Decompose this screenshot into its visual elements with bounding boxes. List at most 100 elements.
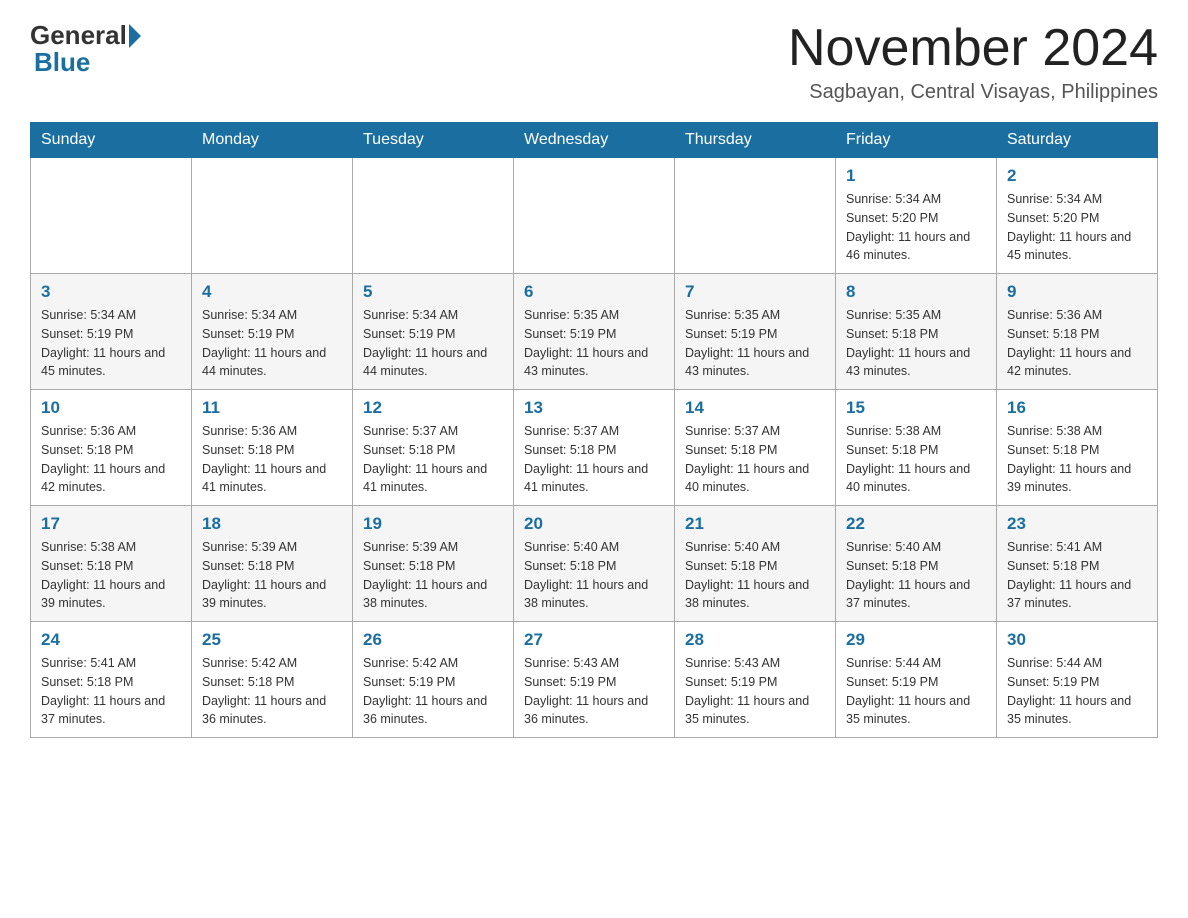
- calendar-week-row: 1 Sunrise: 5:34 AMSunset: 5:20 PMDaylight…: [31, 158, 1158, 274]
- day-number: 19: [363, 514, 503, 534]
- day-info-text: Sunrise: 5:38 AMSunset: 5:18 PMDaylight:…: [846, 422, 986, 497]
- column-header-monday: Monday: [192, 123, 353, 158]
- day-number: 13: [524, 398, 664, 418]
- day-info-text: Sunrise: 5:42 AMSunset: 5:18 PMDaylight:…: [202, 654, 342, 729]
- calendar-cell: 1 Sunrise: 5:34 AMSunset: 5:20 PMDaylight…: [836, 158, 997, 274]
- calendar-cell: 28 Sunrise: 5:43 AMSunset: 5:19 PMDayligh…: [675, 622, 836, 738]
- day-number: 16: [1007, 398, 1147, 418]
- day-info-text: Sunrise: 5:34 AMSunset: 5:19 PMDaylight:…: [202, 306, 342, 381]
- calendar-cell: 17 Sunrise: 5:38 AMSunset: 5:18 PMDayligh…: [31, 506, 192, 622]
- day-number: 12: [363, 398, 503, 418]
- calendar-cell: 29 Sunrise: 5:44 AMSunset: 5:19 PMDayligh…: [836, 622, 997, 738]
- calendar-week-row: 3 Sunrise: 5:34 AMSunset: 5:19 PMDaylight…: [31, 274, 1158, 390]
- column-header-saturday: Saturday: [997, 123, 1158, 158]
- calendar-cell: 9 Sunrise: 5:36 AMSunset: 5:18 PMDaylight…: [997, 274, 1158, 390]
- day-info-text: Sunrise: 5:35 AMSunset: 5:19 PMDaylight:…: [685, 306, 825, 381]
- day-info-text: Sunrise: 5:40 AMSunset: 5:18 PMDaylight:…: [685, 538, 825, 613]
- day-number: 3: [41, 282, 181, 302]
- calendar-cell: 13 Sunrise: 5:37 AMSunset: 5:18 PMDayligh…: [514, 390, 675, 506]
- day-number: 8: [846, 282, 986, 302]
- calendar-cell: 5 Sunrise: 5:34 AMSunset: 5:19 PMDaylight…: [353, 274, 514, 390]
- day-info-text: Sunrise: 5:43 AMSunset: 5:19 PMDaylight:…: [685, 654, 825, 729]
- day-info-text: Sunrise: 5:39 AMSunset: 5:18 PMDaylight:…: [363, 538, 503, 613]
- day-info-text: Sunrise: 5:34 AMSunset: 5:19 PMDaylight:…: [363, 306, 503, 381]
- day-info-text: Sunrise: 5:40 AMSunset: 5:18 PMDaylight:…: [846, 538, 986, 613]
- day-info-text: Sunrise: 5:39 AMSunset: 5:18 PMDaylight:…: [202, 538, 342, 613]
- day-number: 21: [685, 514, 825, 534]
- day-info-text: Sunrise: 5:35 AMSunset: 5:18 PMDaylight:…: [846, 306, 986, 381]
- calendar-cell: [192, 158, 353, 274]
- calendar-week-row: 10Sunrise: 5:36 AMSunset: 5:18 PMDayligh…: [31, 390, 1158, 506]
- day-number: 24: [41, 630, 181, 650]
- calendar-cell: 18Sunrise: 5:39 AMSunset: 5:18 PMDayligh…: [192, 506, 353, 622]
- day-info-text: Sunrise: 5:44 AMSunset: 5:19 PMDaylight:…: [1007, 654, 1147, 729]
- calendar-cell: 26 Sunrise: 5:42 AMSunset: 5:19 PMDayligh…: [353, 622, 514, 738]
- calendar-cell: [353, 158, 514, 274]
- calendar-cell: 21 Sunrise: 5:40 AMSunset: 5:18 PMDayligh…: [675, 506, 836, 622]
- calendar-cell: 2Sunrise: 5:34 AMSunset: 5:20 PMDaylight…: [997, 158, 1158, 274]
- column-header-friday: Friday: [836, 123, 997, 158]
- calendar-cell: 27 Sunrise: 5:43 AMSunset: 5:19 PMDayligh…: [514, 622, 675, 738]
- day-number: 6: [524, 282, 664, 302]
- column-header-wednesday: Wednesday: [514, 123, 675, 158]
- calendar-cell: 3 Sunrise: 5:34 AMSunset: 5:19 PMDaylight…: [31, 274, 192, 390]
- day-info-text: Sunrise: 5:42 AMSunset: 5:19 PMDaylight:…: [363, 654, 503, 729]
- calendar-cell: [514, 158, 675, 274]
- day-number: 1: [846, 166, 986, 186]
- month-year-title: November 2024: [788, 20, 1158, 77]
- day-number: 9: [1007, 282, 1147, 302]
- location-text: Sagbayan, Central Visayas, Philippines: [788, 81, 1158, 104]
- day-info-text: Sunrise: 5:36 AMSunset: 5:18 PMDaylight:…: [41, 422, 181, 497]
- day-info-text: Sunrise: 5:41 AMSunset: 5:18 PMDaylight:…: [1007, 538, 1147, 613]
- day-number: 27: [524, 630, 664, 650]
- day-number: 23: [1007, 514, 1147, 534]
- day-info-text: Sunrise: 5:34 AMSunset: 5:20 PMDaylight:…: [846, 190, 986, 265]
- day-number: 15: [846, 398, 986, 418]
- calendar-cell: 4Sunrise: 5:34 AMSunset: 5:19 PMDaylight…: [192, 274, 353, 390]
- calendar-cell: 14Sunrise: 5:37 AMSunset: 5:18 PMDayligh…: [675, 390, 836, 506]
- day-info-text: Sunrise: 5:44 AMSunset: 5:19 PMDaylight:…: [846, 654, 986, 729]
- day-number: 5: [363, 282, 503, 302]
- day-info-text: Sunrise: 5:34 AMSunset: 5:20 PMDaylight:…: [1007, 190, 1147, 265]
- day-info-text: Sunrise: 5:36 AMSunset: 5:18 PMDaylight:…: [1007, 306, 1147, 381]
- day-info-text: Sunrise: 5:34 AMSunset: 5:19 PMDaylight:…: [41, 306, 181, 381]
- calendar-table: SundayMondayTuesdayWednesdayThursdayFrid…: [30, 122, 1158, 738]
- day-number: 29: [846, 630, 986, 650]
- calendar-cell: [31, 158, 192, 274]
- day-number: 28: [685, 630, 825, 650]
- column-header-tuesday: Tuesday: [353, 123, 514, 158]
- calendar-cell: 22 Sunrise: 5:40 AMSunset: 5:18 PMDayligh…: [836, 506, 997, 622]
- page-header: General Blue November 2024 Sagbayan, Cen…: [30, 20, 1158, 104]
- calendar-week-row: 17 Sunrise: 5:38 AMSunset: 5:18 PMDayligh…: [31, 506, 1158, 622]
- calendar-cell: 15 Sunrise: 5:38 AMSunset: 5:18 PMDayligh…: [836, 390, 997, 506]
- day-number: 26: [363, 630, 503, 650]
- calendar-cell: 24 Sunrise: 5:41 AMSunset: 5:18 PMDayligh…: [31, 622, 192, 738]
- day-info-text: Sunrise: 5:37 AMSunset: 5:18 PMDaylight:…: [524, 422, 664, 497]
- day-info-text: Sunrise: 5:37 AMSunset: 5:18 PMDaylight:…: [363, 422, 503, 497]
- day-info-text: Sunrise: 5:41 AMSunset: 5:18 PMDaylight:…: [41, 654, 181, 729]
- calendar-cell: 20 Sunrise: 5:40 AMSunset: 5:18 PMDayligh…: [514, 506, 675, 622]
- day-number: 30: [1007, 630, 1147, 650]
- day-info-text: Sunrise: 5:43 AMSunset: 5:19 PMDaylight:…: [524, 654, 664, 729]
- logo-arrow-icon: [129, 24, 141, 48]
- calendar-cell: 16 Sunrise: 5:38 AMSunset: 5:18 PMDayligh…: [997, 390, 1158, 506]
- title-block: November 2024 Sagbayan, Central Visayas,…: [788, 20, 1158, 104]
- calendar-cell: 19 Sunrise: 5:39 AMSunset: 5:18 PMDayligh…: [353, 506, 514, 622]
- logo-blue-text: Blue: [34, 47, 90, 78]
- calendar-cell: 10Sunrise: 5:36 AMSunset: 5:18 PMDayligh…: [31, 390, 192, 506]
- day-info-text: Sunrise: 5:38 AMSunset: 5:18 PMDaylight:…: [1007, 422, 1147, 497]
- day-number: 22: [846, 514, 986, 534]
- calendar-cell: 8 Sunrise: 5:35 AMSunset: 5:18 PMDaylight…: [836, 274, 997, 390]
- day-info-text: Sunrise: 5:40 AMSunset: 5:18 PMDaylight:…: [524, 538, 664, 613]
- column-header-thursday: Thursday: [675, 123, 836, 158]
- calendar-cell: 11Sunrise: 5:36 AMSunset: 5:18 PMDayligh…: [192, 390, 353, 506]
- day-number: 17: [41, 514, 181, 534]
- calendar-cell: [675, 158, 836, 274]
- day-number: 25: [202, 630, 342, 650]
- calendar-cell: 25 Sunrise: 5:42 AMSunset: 5:18 PMDayligh…: [192, 622, 353, 738]
- logo: General Blue: [30, 20, 143, 78]
- calendar-cell: 12 Sunrise: 5:37 AMSunset: 5:18 PMDayligh…: [353, 390, 514, 506]
- calendar-cell: 6Sunrise: 5:35 AMSunset: 5:19 PMDaylight…: [514, 274, 675, 390]
- day-number: 20: [524, 514, 664, 534]
- day-info-text: Sunrise: 5:38 AMSunset: 5:18 PMDaylight:…: [41, 538, 181, 613]
